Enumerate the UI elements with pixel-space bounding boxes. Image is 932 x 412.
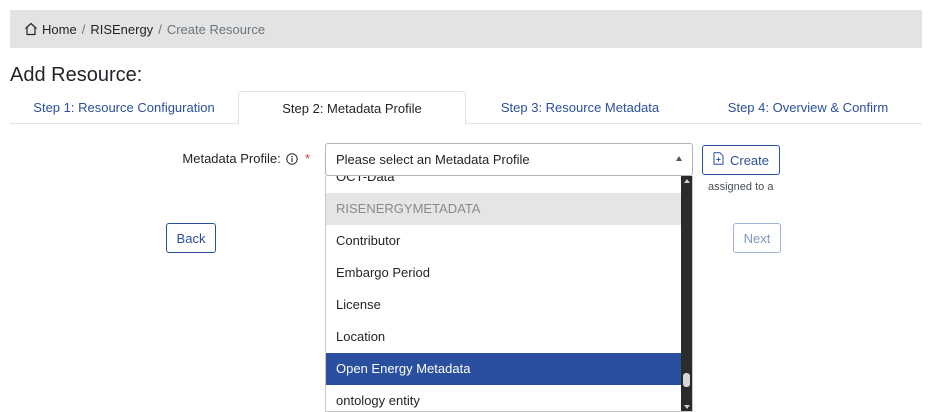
back-button[interactable]: Back [166,223,216,253]
create-button-label: Create [729,152,770,168]
tab-step-4[interactable]: Step 4: Overview & Confirm [694,91,922,124]
page-title: Add Resource: [10,64,143,86]
scroll-up-icon[interactable] [684,179,690,183]
dropdown-option[interactable]: ontology entity [326,385,683,411]
breadcrumb-project-link[interactable]: RISEnergy [90,22,153,37]
breadcrumb-home-link[interactable]: Home [42,22,77,37]
tab-step-2[interactable]: Step 2: Metadata Profile [238,91,466,125]
dropdown-option[interactable]: License [326,289,683,321]
breadcrumb-separator: / [158,21,162,37]
next-button[interactable]: Next [733,223,781,253]
tab-step-3[interactable]: Step 3: Resource Metadata [466,91,694,124]
metadata-profile-label-text: Metadata Profile: [182,151,281,166]
scrollbar-thumb[interactable] [683,373,690,387]
dropdown-scrollbar[interactable] [681,176,692,411]
step-tabs: Step 1: Resource Configuration Step 2: M… [10,91,922,125]
dropdown-option-selected[interactable]: Open Energy Metadata [326,353,683,385]
metadata-profile-select[interactable]: Please select an Metadata Profile [325,143,693,176]
dropdown-list: OCT-Data RISENERGYMETADATA Contributor E… [326,176,683,411]
dropdown-option[interactable]: Location [326,321,683,353]
tab-step-1[interactable]: Step 1: Resource Configuration [10,91,238,124]
home-icon[interactable] [24,22,38,36]
select-placeholder: Please select an Metadata Profile [336,152,530,167]
metadata-profile-label: Metadata Profile: * [0,151,310,168]
hint-text: assigned to a [708,181,774,193]
dropdown-option[interactable]: Embargo Period [326,257,683,289]
required-mark: * [304,151,310,166]
metadata-profile-dropdown: OCT-Data RISENERGYMETADATA Contributor E… [325,176,693,412]
dropdown-option[interactable]: OCT-Data [326,176,683,193]
dropdown-option[interactable]: Contributor [326,225,683,257]
caret-up-icon [676,156,682,161]
create-profile-button[interactable]: Create [702,145,780,175]
info-icon[interactable] [286,153,299,168]
dropdown-group-header: RISENERGYMETADATA [326,193,683,225]
file-plus-icon [713,152,724,168]
breadcrumb-separator: / [81,21,86,37]
breadcrumb-current: Create Resource [166,21,266,37]
breadcrumb: Home / RISEnergy / Create Resource [10,10,922,48]
scroll-down-icon[interactable] [684,405,690,409]
